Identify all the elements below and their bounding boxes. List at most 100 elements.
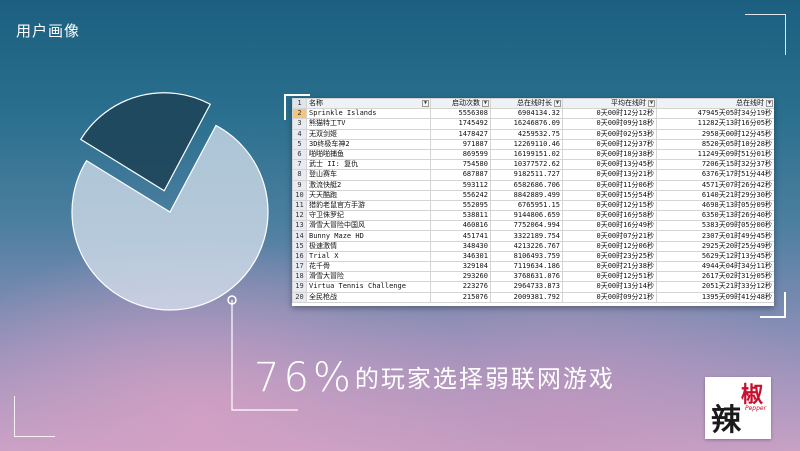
filter-dropdown-icon[interactable]: ▼ — [554, 100, 561, 107]
table-cell[interactable]: 10377572.62 — [490, 159, 563, 171]
table-cell[interactable]: 2051天21时33分12秒 — [656, 281, 774, 293]
table-cell[interactable]: 4259532.75 — [490, 128, 563, 140]
table-cell[interactable]: 9144806.659 — [490, 210, 563, 222]
column-header[interactable]: 总在线时长 ▼ — [490, 98, 563, 110]
table-cell[interactable]: 0天00时16分58秒 — [562, 210, 657, 222]
table-cell[interactable]: 12269110.46 — [490, 138, 563, 150]
table-cell[interactable]: 激流快艇2 — [306, 179, 431, 191]
table-cell[interactable]: 6376天17时51分44秒 — [656, 169, 774, 181]
table-cell[interactable]: 2958天00时12分45秒 — [656, 128, 774, 140]
table-cell[interactable]: 0天00时12分12秒 — [562, 108, 657, 120]
table-cell[interactable]: 武士 II: 复仇 — [306, 159, 431, 171]
table-cell[interactable]: 1395天09时41分48秒 — [656, 291, 774, 303]
table-cell[interactable]: 0天00时09分21秒 — [562, 291, 657, 303]
table-cell[interactable]: 0天00时12分51秒 — [562, 271, 657, 283]
table-cell[interactable]: 0天00时15分54秒 — [562, 189, 657, 201]
table-cell[interactable]: Sprinkle Islands — [306, 108, 431, 120]
table-cell[interactable]: 6140天21时29分30秒 — [656, 189, 774, 201]
table-cell[interactable]: 11282天13时16分05秒 — [656, 118, 774, 130]
column-header[interactable]: 总在线时 ▼ — [656, 98, 774, 110]
table-cell[interactable]: 7752064.994 — [490, 220, 563, 232]
column-header[interactable]: 启动次数 ▼ — [430, 98, 491, 110]
table-cell[interactable]: 2009381.792 — [490, 291, 563, 303]
table-cell[interactable]: 全民枪战 — [306, 291, 431, 303]
table-cell[interactable]: 3D终极车神2 — [306, 138, 431, 150]
table-cell[interactable]: 6904134.32 — [490, 108, 563, 120]
table-cell[interactable]: 花千骨 — [306, 260, 431, 273]
table-cell[interactable]: 869599 — [430, 148, 491, 161]
table-cell[interactable]: 登山赛车 — [306, 169, 431, 181]
table-cell[interactable]: 223276 — [430, 281, 491, 293]
table-cell[interactable]: 2307天01时49分45秒 — [656, 230, 774, 242]
table-cell[interactable]: 滑雪大冒险中国风 — [306, 220, 431, 232]
table-cell[interactable]: 552095 — [430, 199, 491, 212]
table-cell[interactable]: 7206天15时32分37秒 — [656, 159, 774, 171]
table-cell[interactable]: 8842889.499 — [490, 189, 563, 201]
table-cell[interactable]: 16199151.02 — [490, 148, 563, 161]
table-cell[interactable]: 4698天13时05分09秒 — [656, 199, 774, 212]
table-cell[interactable]: 7119634.186 — [490, 260, 563, 273]
table-cell[interactable]: 啪啪啪捕鱼 — [306, 148, 431, 161]
table-cell[interactable]: 0天00时09分18秒 — [562, 118, 657, 130]
table-cell[interactable]: 0天00时13分21秒 — [562, 169, 657, 181]
table-cell[interactable]: 5556308 — [430, 108, 491, 120]
table-cell[interactable]: 329104 — [430, 260, 491, 273]
table-cell[interactable]: 0天00时02分53秒 — [562, 128, 657, 140]
table-cell[interactable]: 0天00时11分06秒 — [562, 179, 657, 191]
table-cell[interactable]: 猎豹老鼠官方手游 — [306, 199, 431, 212]
table-cell[interactable]: 6582686.706 — [490, 179, 563, 191]
table-cell[interactable]: 9182511.727 — [490, 169, 563, 181]
table-cell[interactable]: 538811 — [430, 210, 491, 222]
table-cell[interactable]: 293260 — [430, 271, 491, 283]
table-cell[interactable]: 0天00时21分38秒 — [562, 260, 657, 273]
table-cell[interactable]: 天天酷跑 — [306, 189, 431, 201]
table-cell[interactable]: 2964733.873 — [490, 281, 563, 293]
table-cell[interactable]: 4944天04时34分11秒 — [656, 260, 774, 273]
table-cell[interactable]: 593112 — [430, 179, 491, 191]
table-cell[interactable]: 1745492 — [430, 118, 491, 130]
table-cell[interactable]: 8520天05时10分28秒 — [656, 138, 774, 150]
table-cell[interactable]: 3768631.076 — [490, 271, 563, 283]
filter-dropdown-icon[interactable]: ▼ — [766, 100, 773, 107]
table-cell[interactable]: 3322189.754 — [490, 230, 563, 242]
table-cell[interactable]: 16246876.09 — [490, 118, 563, 130]
table-cell[interactable]: 0天00时12分06秒 — [562, 240, 657, 252]
table-cell[interactable]: Bunny Maze HD — [306, 230, 431, 242]
table-cell[interactable]: 11249天09时51分01秒 — [656, 148, 774, 161]
table-cell[interactable]: 熊猫特工TV — [306, 118, 431, 130]
table-cell[interactable]: 47945天05时34分19秒 — [656, 108, 774, 120]
filter-dropdown-icon[interactable]: ▼ — [482, 100, 489, 107]
table-cell[interactable]: 0天00时18分38秒 — [562, 148, 657, 161]
table-cell[interactable]: 滑雪大冒险 — [306, 271, 431, 283]
table-cell[interactable]: 守卫侏罗纪 — [306, 210, 431, 222]
table-cell[interactable]: 687887 — [430, 169, 491, 181]
table-cell[interactable]: 极速激情 — [306, 240, 431, 252]
table-cell[interactable]: 971887 — [430, 138, 491, 150]
table-cell[interactable]: 451741 — [430, 230, 491, 242]
table-cell[interactable]: 6765951.15 — [490, 199, 563, 212]
table-cell[interactable]: 215076 — [430, 291, 491, 303]
table-cell[interactable]: 8106493.759 — [490, 250, 563, 263]
table-cell[interactable]: 0天00时23分25秒 — [562, 250, 657, 263]
table-cell[interactable]: 5383天09时05分00秒 — [656, 220, 774, 232]
table-cell[interactable]: Virtua Tennis Challenge — [306, 281, 431, 293]
table-cell[interactable]: 754580 — [430, 159, 491, 171]
table-cell[interactable]: 5629天12时13分45秒 — [656, 250, 774, 263]
table-cell[interactable]: 无双剑姬 — [306, 128, 431, 140]
table-cell[interactable]: 0天00时13分45秒 — [562, 159, 657, 171]
table-cell[interactable]: 6350天13时26分40秒 — [656, 210, 774, 222]
table-cell[interactable]: Trial X — [306, 250, 431, 263]
table-cell[interactable]: 346301 — [430, 250, 491, 263]
filter-dropdown-icon[interactable]: ▼ — [648, 100, 655, 107]
table-cell[interactable]: 2617天02时31分05秒 — [656, 271, 774, 283]
table-cell[interactable]: 556242 — [430, 189, 491, 201]
table-cell[interactable]: 4213226.767 — [490, 240, 563, 252]
table-cell[interactable]: 348430 — [430, 240, 491, 252]
column-header[interactable]: 平均在线时 ▼ — [562, 98, 657, 110]
table-cell[interactable]: 4571天07时26分42秒 — [656, 179, 774, 191]
filter-dropdown-icon[interactable]: ▼ — [422, 100, 429, 107]
table-cell[interactable]: 1478427 — [430, 128, 491, 140]
table-cell[interactable]: 0天00时12分15秒 — [562, 199, 657, 212]
table-cell[interactable]: 2925天20时25分49秒 — [656, 240, 774, 252]
table-cell[interactable]: 0天00时07分21秒 — [562, 230, 657, 242]
